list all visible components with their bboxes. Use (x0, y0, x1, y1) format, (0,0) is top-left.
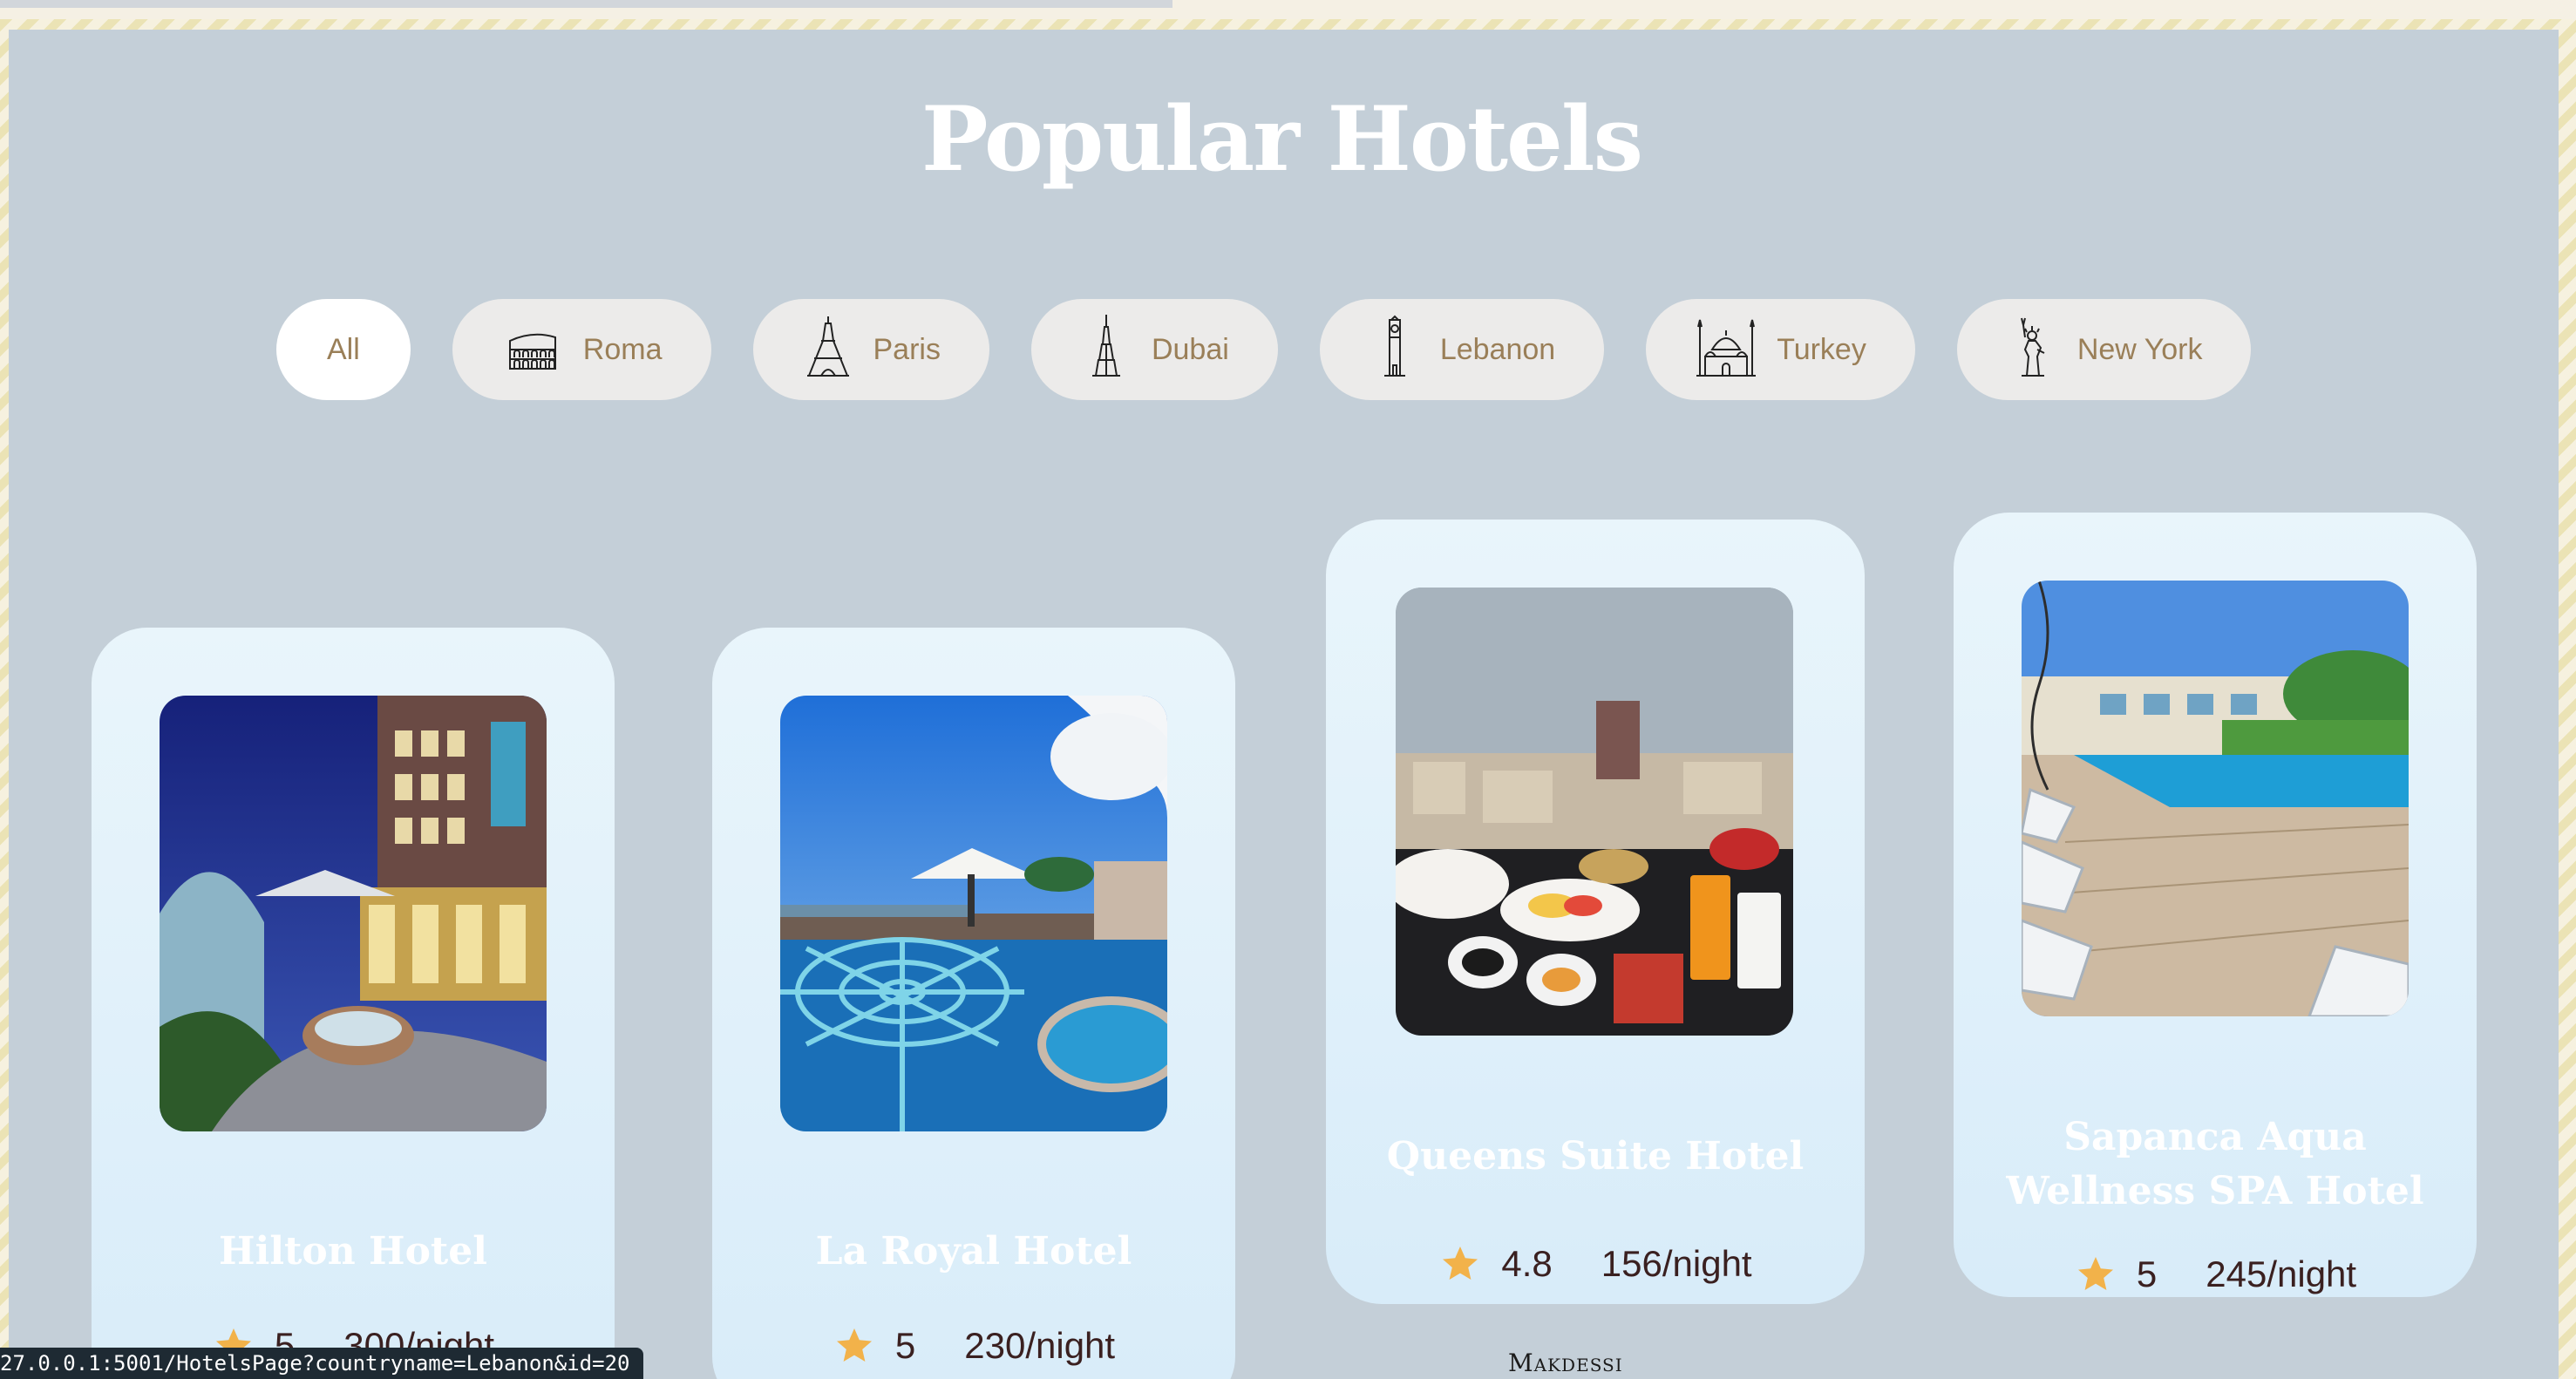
hotel-photo (160, 696, 547, 1131)
colosseum-icon (501, 315, 564, 385)
hotel-rating: 4.8 (1501, 1243, 1553, 1284)
hotel-card[interactable]: La Royal Hotel 5 230/night (712, 628, 1235, 1379)
filter-roma[interactable]: Roma (452, 299, 711, 400)
hotel-price: 156/night (1601, 1243, 1752, 1284)
hotel-meta: 5 230/night (712, 1325, 1235, 1367)
star-icon (836, 1328, 872, 1362)
eiffel-tower-icon (802, 315, 854, 385)
hotel-card[interactable]: Queens Suite Hotel 4.8 156/night (1326, 520, 1865, 1304)
filter-label: Dubai (1151, 332, 1229, 366)
clock-tower-icon (1369, 315, 1421, 385)
filter-label: New York (2076, 332, 2203, 366)
link-hover-status-url: 27.0.0.1:5001/HotelsPage?countryname=Leb… (0, 1348, 644, 1379)
filter-label: Turkey (1777, 332, 1866, 366)
hotel-card[interactable]: Sapanca Aqua Wellness SPA Hotel 5 245/ni… (1954, 513, 2477, 1297)
page-title: Popular Hotels (921, 87, 1643, 192)
filter-label: All (327, 332, 360, 366)
hotel-meta: 5 245/night (1954, 1253, 2477, 1295)
filter-paris[interactable]: Paris (752, 299, 989, 400)
hotel-name: Hilton Hotel (219, 1229, 487, 1274)
hotel-brand-logo: Makdessi (1508, 1348, 1623, 1377)
hotel-name: La Royal Hotel (815, 1229, 1132, 1274)
mosque-icon (1695, 315, 1757, 385)
hotel-photo (2022, 581, 2409, 1016)
hotel-price: 245/night (2206, 1253, 2357, 1294)
hotel-name: Queens Suite Hotel (1386, 1134, 1805, 1179)
hotel-name: Sapanca Aqua Wellness SPA Hotel (2006, 1115, 2424, 1213)
hotel-card[interactable]: Hilton Hotel 5 300/night (92, 628, 615, 1379)
filter-turkey[interactable]: Turkey (1646, 299, 1915, 400)
statue-of-liberty-icon (2006, 315, 2058, 385)
hotel-photo (1396, 588, 1793, 1036)
star-icon (2077, 1257, 2113, 1290)
filter-label: Paris (873, 332, 941, 366)
burj-khalifa-icon (1080, 314, 1132, 385)
hotel-meta: 4.8 156/night (1326, 1243, 1865, 1285)
filter-new-york[interactable]: New York (1956, 299, 2252, 400)
star-icon (1443, 1247, 1478, 1280)
hotel-rating: 5 (2136, 1253, 2158, 1294)
hotel-rating: 5 (894, 1325, 916, 1366)
hotel-price: 230/night (964, 1325, 1116, 1366)
filter-all[interactable]: All (276, 299, 411, 400)
filter-dubai[interactable]: Dubai (1030, 299, 1278, 400)
filter-label: Roma (582, 332, 663, 366)
filter-label: Lebanon (1439, 332, 1556, 366)
hotel-photo (780, 696, 1167, 1131)
city-filter-bar: All Roma Paris Dubai Lebanon Turkey New … (276, 299, 2252, 400)
loading-progress-bar (0, 0, 1172, 8)
filter-lebanon[interactable]: Lebanon (1319, 299, 1605, 400)
